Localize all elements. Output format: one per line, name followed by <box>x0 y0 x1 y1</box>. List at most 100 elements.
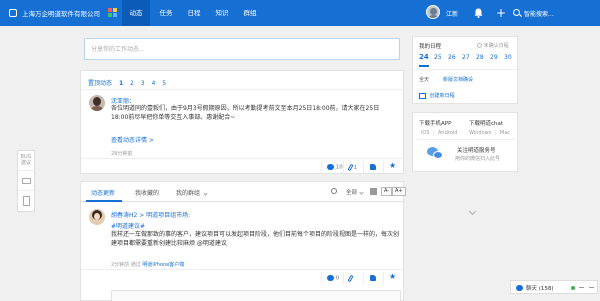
via-prefix: 通过 <box>130 262 141 268</box>
online-status-dot <box>571 286 575 290</box>
company-name[interactable]: 上海万企明道软件有限公司 <box>22 8 100 18</box>
download-mobile-app-title[interactable]: 下载手机APP <box>419 119 451 127</box>
page-link[interactable]: 5 <box>162 80 166 87</box>
thumbs-up-icon <box>370 164 376 170</box>
date[interactable]: 29 <box>490 54 498 61</box>
plus-icon[interactable]: + <box>496 7 506 19</box>
page-link[interactable]: 4 <box>152 80 156 87</box>
global-search-input[interactable]: 智能搜索... <box>524 9 554 18</box>
thumbs-up-icon <box>370 275 376 281</box>
attachment-button[interactable]: 1 <box>347 163 357 172</box>
date[interactable]: 28 <box>476 54 484 61</box>
nav-tab-calendar[interactable]: 日程 <box>180 0 208 26</box>
keyboard-shortcuts-button[interactable] <box>18 171 34 191</box>
divider <box>81 89 403 90</box>
nav-tab-groups[interactable]: 群组 <box>236 0 264 26</box>
like-button[interactable] <box>370 164 376 172</box>
divider <box>383 161 384 173</box>
divider <box>321 161 322 173</box>
comment-button[interactable]: 10 <box>327 164 343 172</box>
post-author[interactable]: 胡春涛H2 > 明道项目组市场: <box>111 210 190 219</box>
view-toggle-icon[interactable] <box>370 188 377 195</box>
user-avatar[interactable] <box>426 5 440 19</box>
minimize-icon[interactable] <box>589 287 594 288</box>
create-schedule-button[interactable]: 创建新日程 <box>419 92 455 99</box>
search-icon[interactable] <box>331 188 337 194</box>
divider <box>417 139 515 140</box>
post-topic-tag[interactable]: #明道建议# <box>111 221 145 230</box>
schedule-title[interactable]: 我的日程 <box>419 42 441 50</box>
nav-tab-feed[interactable]: 动态 <box>122 0 150 26</box>
comment-button[interactable]: 0 <box>327 275 339 283</box>
view-post-detail-link[interactable]: 查看动态详情 > <box>111 135 154 144</box>
bell-icon[interactable] <box>474 8 483 18</box>
author-avatar[interactable] <box>89 209 105 225</box>
bug-report-button[interactable]: BUG 建议 <box>18 151 34 171</box>
ios-link[interactable]: iOS <box>421 130 430 136</box>
nav-tab-knowledge[interactable]: 知识 <box>208 0 236 26</box>
mingdao-logo-icon[interactable] <box>9 9 17 17</box>
date-today[interactable]: 24 <box>419 53 429 61</box>
unconfirmed-schedule-link[interactable]: 未确认日程 <box>477 42 509 49</box>
favorite-button[interactable]: ★ <box>389 273 396 281</box>
date[interactable]: 27 <box>462 54 470 61</box>
post-meta: 2分钟前 通过 明道iPhone客户端 <box>111 261 184 268</box>
nav-tab-tasks[interactable]: 任务 <box>152 0 180 26</box>
font-decrease-button[interactable]: A- <box>381 187 393 196</box>
tab-feed-updates[interactable]: 动态更新 <box>91 188 115 197</box>
keyboard-icon <box>22 178 31 184</box>
pinned-posts-panel: 置顶动态 1 2 3 4 5 沈亚丽： 各位明道同的壹毅们，由于9月3号假期原因… <box>80 70 477 174</box>
comment-icon <box>327 275 334 281</box>
page-link[interactable]: 2 <box>130 80 134 87</box>
date[interactable]: 30 <box>504 54 512 61</box>
top-navigation-bar: 上海万企明道软件有限公司 动态 任务 日程 知识 群组 江新 + 智能搜索... <box>0 0 600 26</box>
date[interactable]: 26 <box>448 54 456 61</box>
download-chat-title[interactable]: 下载明道chat <box>469 119 503 127</box>
divider <box>413 69 517 70</box>
chat-bar[interactable]: 聊天 (158) <box>510 280 598 294</box>
share-update-input[interactable] <box>85 39 399 59</box>
date[interactable]: 25 <box>434 54 442 61</box>
schedule-panel: 我的日程 未确认日程 24 25 26 27 28 29 30 全天 新版文档确… <box>412 36 518 104</box>
chat-label: 聊天 (158) <box>526 286 554 292</box>
divider <box>321 272 322 284</box>
favorite-button[interactable]: ★ <box>389 162 396 170</box>
feed-tabs: 动态更新 我收藏的 我的群组 全部 A- A+ <box>81 182 406 202</box>
help-book-button[interactable] <box>18 191 34 211</box>
share-update-box[interactable] <box>84 38 400 60</box>
clock-icon <box>477 43 482 48</box>
android-link[interactable]: Android <box>438 130 457 136</box>
chevron-down-icon <box>359 190 364 195</box>
post-options-chevron-icon[interactable] <box>468 207 477 216</box>
author-avatar[interactable] <box>89 95 105 111</box>
pinned-title: 置顶动态 <box>88 80 113 87</box>
user-name[interactable]: 江新 <box>446 9 458 18</box>
windows-link[interactable]: Windows <box>469 130 491 136</box>
comment-input[interactable] <box>111 290 401 301</box>
page-link[interactable]: 1 <box>119 80 123 87</box>
filter-all-dropdown[interactable]: 全部 <box>346 188 364 196</box>
page-link[interactable]: 3 <box>141 80 145 87</box>
divider <box>81 269 403 270</box>
via-client-link[interactable]: 明道iPhone客户端 <box>142 262 184 268</box>
attachment-button[interactable] <box>347 274 354 283</box>
chevron-down-icon <box>203 191 208 196</box>
follow-service-account-subtitle: 用你的微信扫入此号 <box>455 156 501 162</box>
font-increase-button[interactable]: A+ <box>392 187 406 196</box>
post-body: 各位明道同的壹毅们，由于9月3号假期原因，所以考勤提考前文至本月25日18:00… <box>111 105 380 121</box>
post-author[interactable]: 沈亚丽： <box>111 96 135 105</box>
minimize-icon[interactable] <box>579 287 584 288</box>
book-icon <box>23 196 30 206</box>
mac-link[interactable]: Mac <box>500 130 510 136</box>
tab-my-groups[interactable]: 我的群组 <box>176 188 208 197</box>
today-underline <box>419 65 429 67</box>
wechat-icon[interactable] <box>427 147 443 159</box>
separator: | <box>495 130 497 136</box>
tab-favorites[interactable]: 我收藏的 <box>135 188 159 197</box>
search-icon[interactable] <box>513 9 520 16</box>
schedule-event[interactable]: 新版文档确设 <box>443 76 473 83</box>
like-button[interactable] <box>370 275 376 283</box>
post-body: 我样还一车做那致的事的客户，建议项目可以发起项目阶段，他们目前每个项目的阶段视图… <box>111 231 400 247</box>
apps-grid-icon[interactable] <box>108 8 118 18</box>
follow-service-account-title[interactable]: 关注明道服务号 <box>457 146 496 154</box>
